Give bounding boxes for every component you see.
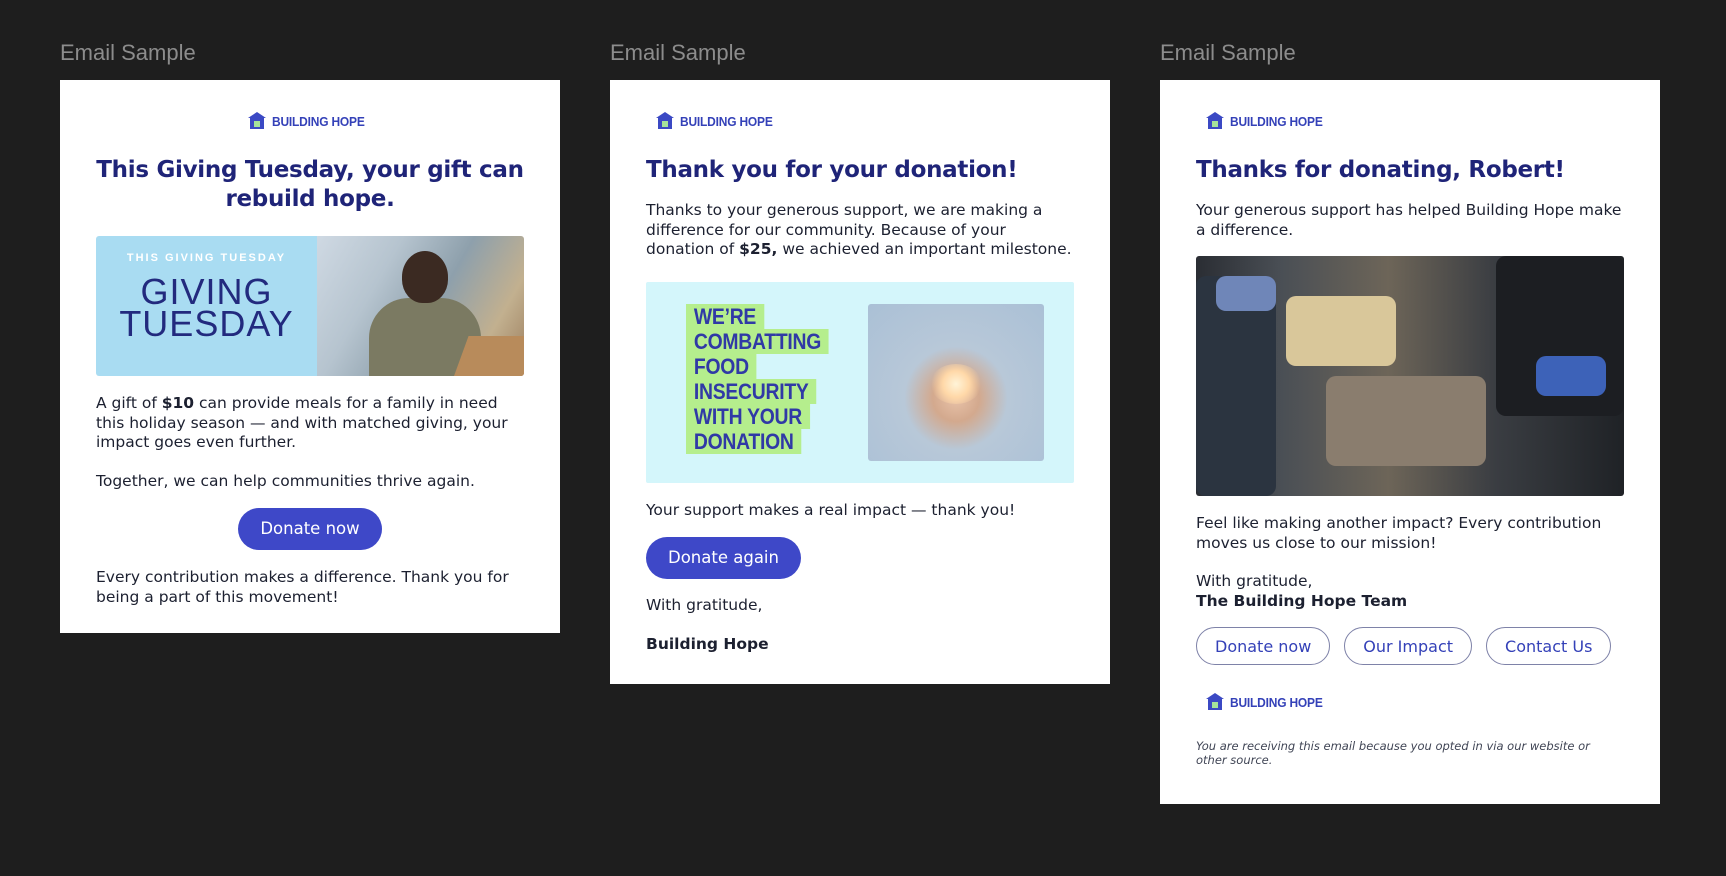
footer-fine-print: You are receiving this email because you…: [1196, 739, 1590, 767]
frame-label-3: Email Sample: [1160, 40, 1296, 65]
body-paragraph-1: Thanks to your generous support, we are …: [646, 201, 1074, 260]
body-text: we achieved an important milestone.: [777, 240, 1072, 258]
giving-tuesday-banner: THIS GIVING TUESDAY GIVING TUESDAY: [96, 236, 524, 376]
banner-line: WE’RE: [686, 303, 764, 329]
food-bank-photo: [1196, 256, 1624, 496]
email-headline: Thanks for donating, Robert!: [1196, 157, 1565, 183]
brand-logo: BUILDING HOPE: [1196, 110, 1624, 132]
frame-label-1: Email Sample: [60, 40, 196, 65]
button-row: Donate now Our Impact Contact Us: [1196, 627, 1624, 665]
brand-logo: BUILDING HOPE: [646, 110, 1074, 132]
body-paragraph-1: Your generous support has helped Buildin…: [1196, 201, 1622, 239]
our-impact-button[interactable]: Our Impact: [1344, 627, 1473, 665]
body-paragraph-2: Feel like making another impact? Every c…: [1196, 514, 1602, 552]
button-row: Donate again: [646, 537, 1074, 579]
signature: Building Hope: [646, 634, 769, 653]
house-icon: [1206, 112, 1224, 130]
closing-paragraph: Every contribution makes a difference. T…: [96, 568, 509, 606]
banner-line: INSECURITY: [686, 378, 817, 404]
banner-big-line-2: TUESDAY: [119, 303, 294, 344]
body-text: A gift of: [96, 394, 162, 412]
email-headline: Thank you for your donation!: [646, 157, 1018, 183]
amount-text: $25,: [739, 240, 778, 258]
brand-logo-text: BUILDING HOPE: [680, 113, 773, 129]
banner-small-text: THIS GIVING TUESDAY: [126, 252, 287, 264]
donate-now-button[interactable]: Donate now: [1196, 627, 1331, 665]
contact-us-button[interactable]: Contact Us: [1486, 627, 1612, 665]
frame-label-2: Email Sample: [610, 40, 746, 65]
banner-line: WITH YOUR: [686, 403, 810, 429]
volunteer-photo: [317, 236, 524, 376]
email-card-thank-you: BUILDING HOPE Thank you for your donatio…: [610, 80, 1110, 684]
sign-off: With gratitude,: [646, 596, 763, 614]
brand-logo-text: BUILDING HOPE: [1230, 113, 1323, 129]
body-paragraph-2: Together, we can help communities thrive…: [96, 471, 475, 490]
email-card-thanks-robert: BUILDING HOPE Thanks for donating, Rober…: [1160, 80, 1660, 804]
banner-headline: WE’RE COMBATTING FOOD INSECURITY WITH YO…: [686, 303, 848, 454]
body-paragraph-2: Your support makes a real impact — thank…: [646, 500, 1016, 519]
house-icon: [1206, 693, 1224, 711]
donate-again-button[interactable]: Donate again: [646, 537, 801, 579]
banner-line: FOOD: [686, 353, 757, 379]
brand-logo-text: BUILDING HOPE: [271, 113, 365, 129]
signature: The Building Hope Team: [1196, 591, 1408, 610]
giving-tuesday-logo-panel: THIS GIVING TUESDAY GIVING TUESDAY: [96, 236, 317, 376]
sign-off: With gratitude,: [1196, 572, 1313, 590]
amount-text: $10: [161, 394, 195, 412]
footer-logo-text: BUILDING HOPE: [1230, 694, 1323, 710]
banner-line: COMBATTING: [686, 328, 829, 354]
email-card-giving-tuesday: BUILDING HOPE This Giving Tuesday, your …: [60, 80, 560, 633]
house-icon: [247, 112, 266, 130]
banner-line: DONATION: [686, 428, 802, 454]
donate-now-button[interactable]: Donate now: [238, 508, 382, 550]
banner-big-text: GIVING TUESDAY: [96, 274, 317, 344]
brand-logo: BUILDING HOPE: [96, 110, 524, 132]
button-row: Donate now: [96, 508, 524, 550]
footer-logo: BUILDING HOPE: [1196, 691, 1624, 713]
cupped-hands-photo: [868, 303, 1044, 461]
food-insecurity-banner: WE’RE COMBATTING FOOD INSECURITY WITH YO…: [646, 281, 1074, 483]
body-paragraph-1: A gift of $10 can provide meals for a fa…: [96, 394, 524, 453]
house-icon: [656, 112, 674, 130]
email-headline: This Giving Tuesday, your gift can rebui…: [96, 157, 524, 212]
